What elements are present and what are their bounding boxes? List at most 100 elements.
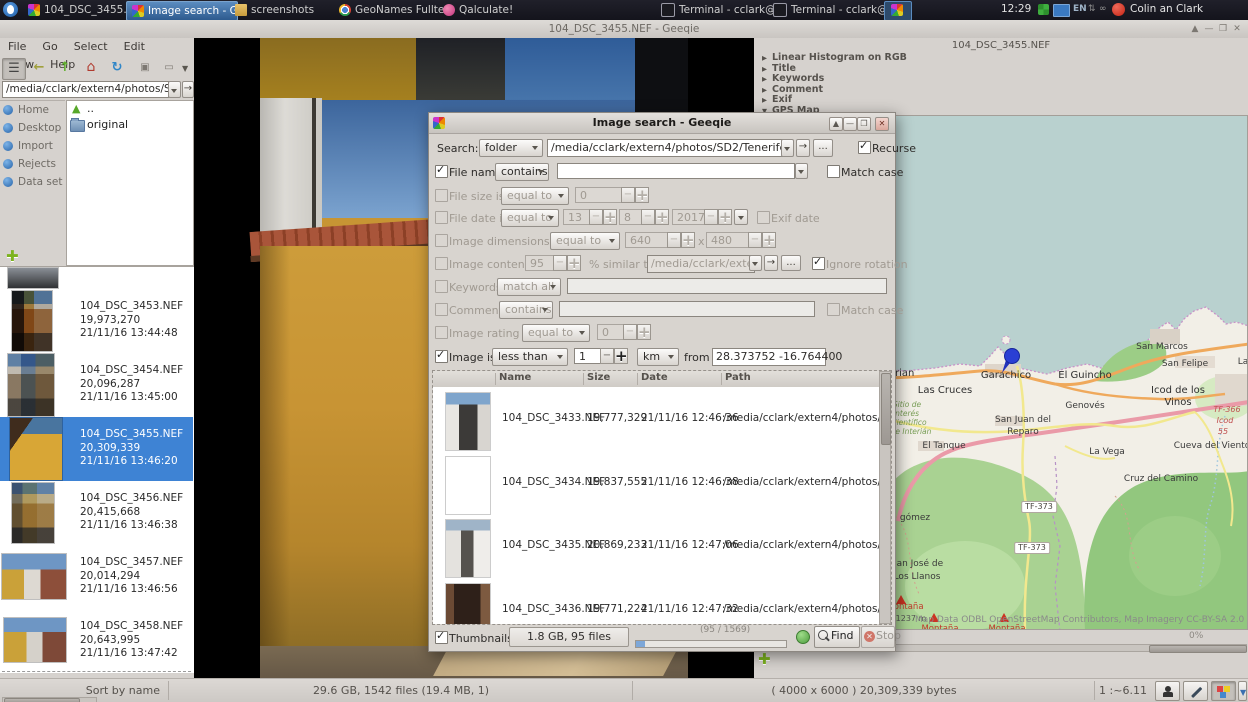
minimize-button[interactable]: — (1202, 22, 1216, 36)
filename-history-dropdown[interactable] (795, 163, 808, 179)
filedate-year-spinner[interactable]: 2017 (672, 209, 732, 225)
statusbar-overflow-button[interactable]: ▼ (1238, 681, 1247, 701)
results-viewport[interactable]: 104_DSC_3433.NEF 19,777,329 21/11/16 12:… (433, 387, 879, 624)
comment-op-combo[interactable]: contains (499, 301, 553, 319)
folder-original-row[interactable]: original (67, 117, 193, 133)
file-row-3454[interactable]: 104_DSC_3454.NEF20,096,28721/11/16 13:45… (0, 353, 193, 417)
refresh-button[interactable]: ↻ (106, 58, 128, 78)
filesize-checkbox[interactable] (435, 189, 448, 202)
color-management-button[interactable] (1211, 681, 1236, 701)
filesize-spinner[interactable]: 0 (575, 187, 649, 203)
taskbar-window-geonames[interactable]: GeoNames Fulltextsear... (334, 1, 446, 19)
applications-menu-icon[interactable] (3, 2, 18, 17)
content-path-entry[interactable]: /media/cclark/extern4/p (647, 255, 755, 273)
spin-minus-icon[interactable] (748, 232, 762, 248)
dimensions-width-spinner[interactable]: 640 (625, 232, 695, 248)
filename-checkbox[interactable] (435, 165, 448, 178)
taskbar-geeqie-urgent-item[interactable] (884, 1, 912, 21)
content-percent-spinner[interactable]: 95 (525, 255, 581, 271)
up-button[interactable]: ↑ (54, 58, 76, 78)
search-path-go-button[interactable]: → (796, 139, 810, 157)
home-button[interactable]: ⌂ (80, 58, 102, 78)
taskbar-window-image-search[interactable]: Image search - Geeqie (126, 1, 238, 21)
sort-segment[interactable]: Sort by name (0, 681, 168, 700)
search-path-entry[interactable]: /media/cclark/extern4/photos/SD2/Tenerif… (547, 139, 787, 157)
comment-checkbox[interactable] (435, 303, 448, 316)
tray-network-icon[interactable]: ⇅ (1088, 4, 1096, 14)
path-entry[interactable]: /media/cclark/extern4/photos/SD2/Ten (2, 81, 169, 98)
menu-file[interactable]: File (0, 38, 34, 56)
comment-entry[interactable] (559, 301, 815, 317)
hide-tools-button[interactable]: ▭ (158, 58, 180, 78)
section-comment[interactable]: ▶Comment (760, 85, 1244, 96)
keywords-op-combo[interactable]: match all (497, 278, 561, 296)
filedate-checkbox[interactable] (435, 211, 448, 224)
dialog-maximize-button[interactable]: ❒ (857, 117, 871, 131)
scrollbar-thumb[interactable] (881, 373, 891, 445)
col-path[interactable]: Path (725, 372, 751, 383)
float-tools-button[interactable]: ▣ (134, 58, 156, 78)
tray-display-icon[interactable] (1053, 4, 1070, 17)
shade-button[interactable]: ▲ (1188, 22, 1202, 36)
spin-plus-icon[interactable] (681, 232, 695, 248)
recurse-checkbox[interactable] (858, 141, 871, 154)
section-exif[interactable]: ▶Exif (760, 95, 1244, 106)
ignore-rotation-checkbox[interactable] (812, 257, 825, 270)
scrollbar-thumb[interactable] (4, 698, 80, 702)
gps-op-combo[interactable]: less than (492, 348, 568, 366)
col-name[interactable]: Name (499, 372, 531, 383)
user-menu[interactable]: Colin an Clark (1130, 3, 1203, 15)
content-path-dropdown[interactable] (749, 255, 762, 271)
tray-link-icon[interactable]: ∞ (1099, 4, 1107, 14)
filedate-day-spinner[interactable]: 13 (563, 209, 617, 225)
spin-plus-icon[interactable] (718, 209, 732, 225)
shortcut-dataset1[interactable]: Data set 1 (0, 173, 65, 191)
gps-coords-entry[interactable]: 28.373752 -16.764400 (712, 348, 826, 366)
add-shortcut-icon[interactable]: ✚ (6, 247, 19, 265)
section-histogram[interactable]: ▶Linear Histogram on RGB (760, 53, 1244, 64)
find-button[interactable]: Find (814, 626, 860, 648)
tray-keyboard-layout[interactable]: EN (1073, 4, 1087, 14)
spin-plus-icon[interactable] (635, 187, 649, 203)
folder-up-row[interactable]: ▲.. (67, 101, 193, 117)
maximize-button[interactable]: ❒ (1216, 22, 1230, 36)
view-list-toggle-button[interactable]: ☰ (2, 58, 26, 80)
marks-toggle-button[interactable] (1155, 681, 1180, 701)
color-picker-button[interactable] (1183, 681, 1208, 701)
taskbar-window-terminal-2[interactable]: Terminal - cclark@talltr... (768, 1, 886, 19)
results-vertical-scrollbar[interactable] (879, 371, 891, 624)
taskbar-window-screenshots[interactable]: screenshots (230, 1, 340, 19)
col-date[interactable]: Date (641, 372, 668, 383)
taskbar-window-qalculate[interactable]: Qalculate! (438, 1, 544, 19)
spin-plus-icon[interactable] (637, 324, 651, 340)
spin-plus-icon[interactable] (603, 209, 617, 225)
tray-password-manager-icon[interactable] (1112, 3, 1125, 16)
spin-plus-icon[interactable] (567, 255, 581, 271)
spin-plus-icon[interactable] (762, 232, 776, 248)
file-row-3458[interactable]: 104_DSC_3458.NEF20,643,99521/11/16 13:47… (0, 609, 193, 673)
filename-entry[interactable] (557, 163, 795, 179)
section-title[interactable]: ▶Title (760, 64, 1244, 75)
spin-minus-icon[interactable] (641, 209, 655, 225)
spin-minus-icon[interactable] (553, 255, 567, 271)
filename-op-combo[interactable]: contains (495, 163, 549, 181)
keywords-checkbox[interactable] (435, 280, 448, 293)
shortcut-desktop[interactable]: Desktop (0, 119, 65, 137)
search-path-dropdown[interactable] (781, 139, 794, 157)
scrollbar-thumb[interactable] (1149, 645, 1247, 653)
gps-checkbox[interactable] (435, 350, 448, 363)
filename-matchcase-checkbox[interactable] (827, 165, 840, 178)
content-path-browse-button[interactable]: ... (781, 255, 801, 271)
filesize-op-combo[interactable]: equal to (501, 187, 569, 205)
spin-minus-icon[interactable] (589, 209, 603, 225)
path-dropdown-button[interactable] (168, 81, 181, 98)
toolbar-overflow-icon[interactable]: ▼ (182, 64, 188, 73)
filedate-month-spinner[interactable]: 8 (619, 209, 669, 225)
file-row-3457[interactable]: 104_DSC_3457.NEF20,014,29421/11/16 13:46… (0, 545, 193, 609)
filedate-op-combo[interactable]: equal to (501, 209, 559, 227)
clock[interactable]: 12:29 (1001, 3, 1031, 15)
file-row-3455-selected[interactable]: 104_DSC_3455.NEF20,309,33921/11/16 13:46… (0, 417, 193, 481)
taskbar-window-geeqie-main[interactable]: 104_DSC_3455.NEF - G... (23, 1, 133, 19)
spin-minus-icon[interactable] (621, 187, 635, 203)
spin-minus-icon[interactable] (667, 232, 681, 248)
